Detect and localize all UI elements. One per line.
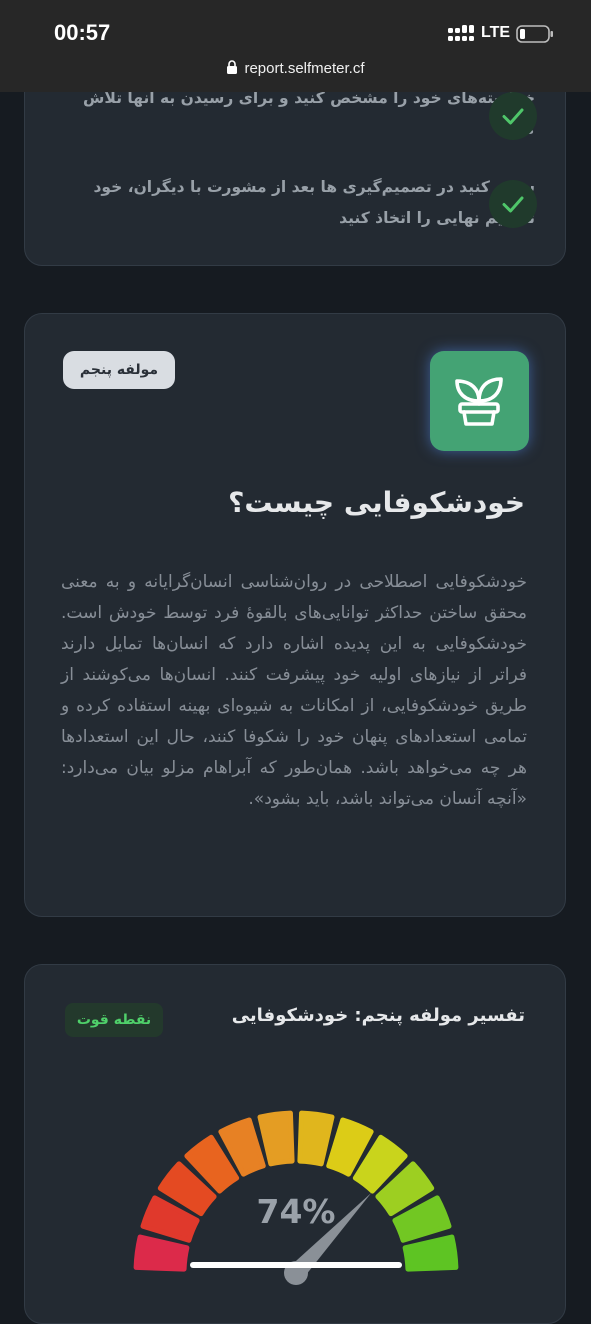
gauge-segment [257,1110,295,1167]
status-bar: 00:57 LTE report.selfmeter.cf [0,0,591,92]
lock-icon [227,60,238,74]
gauge-segment [133,1234,190,1272]
network-label: LTE [481,24,511,41]
battery-icon [516,25,553,43]
url-text: report.selfmeter.cf [244,60,365,77]
gauge-segment [297,1110,335,1167]
clock: 00:57 [54,20,111,45]
gauge-chart: 74% [133,1110,459,1285]
signal-icon [448,25,474,41]
address-bar[interactable]: report.selfmeter.cf [0,60,591,77]
gauge-segment [402,1234,459,1272]
home-indicator[interactable] [190,1262,402,1268]
interpretation-card: تفسیر مولفه پنجم: خودشکوفایی نقطه قوت 74… [24,964,566,1324]
gauge-value-label: 74% [257,1192,336,1231]
